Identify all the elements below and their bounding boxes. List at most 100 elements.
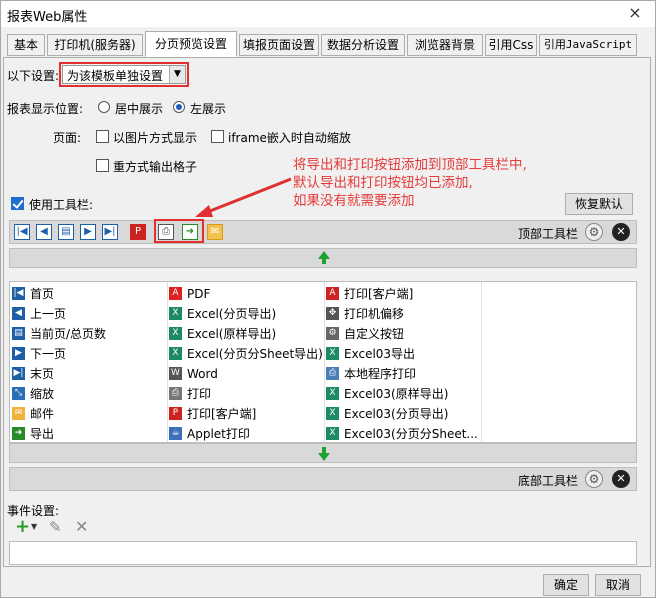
list-item[interactable]: ▶| 末页 bbox=[10, 364, 167, 384]
repeat-cells-label: 重方式输出格子 bbox=[113, 160, 198, 174]
chevron-down-icon[interactable]: ▼ bbox=[31, 522, 37, 531]
arrow-down-icon[interactable] bbox=[318, 447, 330, 461]
delete-icon[interactable]: ✕ bbox=[75, 517, 88, 536]
excel-icon: X bbox=[169, 307, 182, 320]
list-item[interactable]: X Excel03(分页导出) bbox=[324, 404, 481, 424]
restore-default-button[interactable]: 恢复默认 bbox=[565, 193, 633, 215]
list-item[interactable]: ⎙ 本地程序打印 bbox=[324, 364, 481, 384]
excel-icon: X bbox=[326, 427, 339, 440]
tab-printer-server[interactable]: 打印机(服务器) bbox=[47, 34, 143, 56]
list-item-label: 邮件 bbox=[30, 407, 55, 421]
list-item-label: 自定义按钮 bbox=[344, 327, 405, 341]
close-icon[interactable]: ✕ bbox=[612, 470, 630, 488]
tab-browser-bg[interactable]: 浏览器背景 bbox=[407, 34, 483, 56]
excel-icon: X bbox=[326, 387, 339, 400]
list-item[interactable]: X Excel(原样导出) bbox=[167, 324, 324, 344]
ok-button[interactable]: 确定 bbox=[543, 574, 589, 596]
list-item-label: Excel03导出 bbox=[344, 347, 416, 361]
events-list[interactable] bbox=[9, 541, 637, 565]
list-item[interactable]: A PDF bbox=[167, 284, 324, 304]
mail-icon[interactable]: ✉ bbox=[207, 224, 223, 240]
list-item[interactable]: ⚙ 自定义按钮 bbox=[324, 324, 481, 344]
next-page-icon[interactable]: ▶ bbox=[80, 224, 96, 240]
arrow-up-icon[interactable] bbox=[318, 251, 330, 264]
list-item[interactable]: ✥ 打印机偏移 bbox=[324, 304, 481, 324]
tab-css[interactable]: 引用Css bbox=[485, 34, 537, 56]
annotation-note: 将导出和打印按钮添加到顶部工具栏中, 默认导出和打印按钮均已添加, 如果没有就需… bbox=[293, 156, 527, 210]
list-item-label: Word bbox=[187, 367, 218, 381]
chevron-down-icon[interactable]: ▼ bbox=[169, 66, 185, 83]
dialog-window: 报表Web属性 × 基本 打印机(服务器) 分页预览设置 填报页面设置 数据分析… bbox=[0, 0, 656, 598]
repeat-cells-checkbox[interactable] bbox=[96, 159, 109, 172]
tab-fill-page[interactable]: 填报页面设置 bbox=[239, 34, 319, 56]
gear-icon[interactable]: ⚙ bbox=[585, 223, 603, 241]
list-item-label: 缩放 bbox=[30, 387, 55, 401]
list-item[interactable]: ☕ Applet打印 bbox=[167, 424, 324, 444]
list-item[interactable]: X Excel03导出 bbox=[324, 344, 481, 364]
list-item-label: 导出 bbox=[30, 427, 55, 441]
tab-basic[interactable]: 基本 bbox=[7, 34, 45, 56]
annotation-line: 默认导出和打印按钮均已添加, bbox=[293, 175, 473, 191]
list-item[interactable]: ▶ 下一页 bbox=[10, 344, 167, 364]
annotation-line: 将导出和打印按钮添加到顶部工具栏中, bbox=[293, 157, 527, 173]
settings-label: 以下设置: bbox=[7, 69, 60, 83]
button-column-2: A PDF X Excel(分页导出) X Excel(原样导出) X Excel(分页… bbox=[167, 284, 324, 444]
close-icon[interactable]: ✕ bbox=[612, 223, 630, 241]
export-icon: ➜ bbox=[12, 427, 25, 440]
column-divider bbox=[481, 282, 482, 442]
applet-icon: ☕ bbox=[169, 427, 182, 440]
tab-pagination-preview[interactable]: 分页预览设置 bbox=[145, 31, 237, 57]
list-item[interactable]: X Excel03(分页分Sheet... bbox=[324, 424, 481, 444]
move-up-strip[interactable] bbox=[9, 248, 637, 268]
list-item[interactable]: ✉ 邮件 bbox=[10, 404, 167, 424]
zoom-icon: ⤡ bbox=[12, 387, 25, 400]
list-item-label: 打印 bbox=[187, 387, 212, 401]
list-item[interactable]: ▤ 当前页/总页数 bbox=[10, 324, 167, 344]
prev-page-icon[interactable]: ◀ bbox=[36, 224, 52, 240]
list-item[interactable]: P 打印[客户端] bbox=[167, 404, 324, 424]
list-item-label: 本地程序打印 bbox=[344, 367, 417, 381]
mail-icon: ✉ bbox=[12, 407, 25, 420]
list-item[interactable]: X Excel(分页分Sheet导出) bbox=[167, 344, 324, 364]
list-item[interactable]: ⤡ 缩放 bbox=[10, 384, 167, 404]
list-item[interactable]: ➜ 导出 bbox=[10, 424, 167, 444]
list-item[interactable]: X Excel(分页导出) bbox=[167, 304, 324, 324]
iframe-zoom-checkbox[interactable] bbox=[211, 130, 224, 143]
list-item[interactable]: |◀ 首页 bbox=[10, 284, 167, 304]
list-item-label: 打印[客户端] bbox=[187, 407, 257, 421]
settings-select[interactable]: 为该模板单独设置 ▼ bbox=[59, 62, 189, 87]
list-item-label: 末页 bbox=[30, 367, 55, 381]
tab-data-analysis[interactable]: 数据分析设置 bbox=[321, 34, 405, 56]
button-column-3: A 打印[客户端] ✥ 打印机偏移 ⚙ 自定义按钮 X Excel03导出 ⎙ 本地程序打… bbox=[324, 284, 481, 444]
image-mode-checkbox[interactable] bbox=[96, 130, 109, 143]
excel-icon: X bbox=[169, 327, 182, 340]
add-event-icon[interactable]: + bbox=[15, 516, 30, 537]
print-icon: ⎙ bbox=[169, 387, 182, 400]
close-icon[interactable]: × bbox=[625, 3, 645, 22]
move-icon: ✥ bbox=[326, 307, 339, 320]
gear-icon[interactable]: ⚙ bbox=[585, 470, 603, 488]
first-page-icon: |◀ bbox=[12, 287, 25, 300]
edit-icon[interactable]: ✎ bbox=[49, 518, 62, 536]
first-page-icon[interactable]: |◀ bbox=[14, 224, 30, 240]
list-item-label: 首页 bbox=[30, 287, 55, 301]
bottom-toolbar: 底部工具栏 ⚙ ✕ bbox=[9, 467, 637, 491]
list-item[interactable]: ◀ 上一页 bbox=[10, 304, 167, 324]
cancel-button[interactable]: 取消 bbox=[595, 574, 641, 596]
list-item[interactable]: X Excel03(原样导出) bbox=[324, 384, 481, 404]
list-item-label: Excel(分页导出) bbox=[187, 307, 277, 321]
pdf-print-icon[interactable]: P bbox=[130, 224, 146, 240]
use-toolbar-checkbox[interactable] bbox=[11, 197, 24, 210]
tab-javascript[interactable]: 引用JavaScript bbox=[539, 34, 637, 56]
list-item[interactable]: ⎙ 打印 bbox=[167, 384, 324, 404]
list-item[interactable]: A 打印[客户端] bbox=[324, 284, 481, 304]
excel-icon: X bbox=[326, 407, 339, 420]
center-radio[interactable] bbox=[98, 101, 110, 113]
move-down-strip[interactable] bbox=[9, 443, 637, 463]
page-count-icon: ▤ bbox=[12, 327, 25, 340]
list-item[interactable]: W Word bbox=[167, 364, 324, 384]
last-page-icon[interactable]: ▶| bbox=[102, 224, 118, 240]
list-item-label: 上一页 bbox=[30, 307, 67, 321]
left-radio[interactable] bbox=[173, 101, 185, 113]
page-count-icon[interactable]: ▤ bbox=[58, 224, 74, 240]
